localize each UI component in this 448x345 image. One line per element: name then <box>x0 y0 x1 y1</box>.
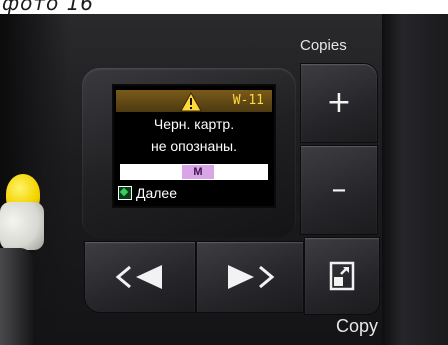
cable <box>0 248 34 345</box>
copy-label: Copy <box>336 316 379 336</box>
error-code: W-11 <box>232 93 264 108</box>
arrow-right-icon <box>228 265 275 289</box>
lcd-status-bar: W-11 <box>116 90 272 112</box>
next-label: Далее <box>136 185 178 201</box>
minus-button[interactable]: – <box>300 145 378 235</box>
cartridge-bar: M <box>120 164 268 180</box>
copy-button[interactable] <box>304 237 380 315</box>
copy-icon <box>329 261 355 291</box>
plus-label: + <box>326 85 352 120</box>
warning-icon <box>180 92 202 112</box>
lcd-screen: W-11 Черн. картр. не опознаны. M Далее <box>112 84 276 208</box>
right-arrow-button[interactable] <box>196 241 304 313</box>
copies-label: Copies <box>300 37 347 54</box>
printer-edge <box>382 14 448 345</box>
printer-photo: фото 16 Copies Copy W-11 Черн. картр. не… <box>0 0 448 345</box>
arrow-left-icon <box>115 265 162 289</box>
minus-label: – <box>331 172 347 207</box>
cartridge-magenta-label: M <box>182 165 214 179</box>
next-diamond-icon <box>118 186 132 200</box>
left-arrow-button[interactable] <box>84 241 196 313</box>
lcd-message-line1: Черн. картр. <box>153 116 235 132</box>
next-option[interactable]: Далее <box>118 184 177 202</box>
ink-tank <box>0 202 44 250</box>
plus-button[interactable]: + <box>300 63 378 143</box>
photo-caption: фото 16 <box>2 0 95 15</box>
lcd-message-line2: не опознаны. <box>150 138 238 154</box>
